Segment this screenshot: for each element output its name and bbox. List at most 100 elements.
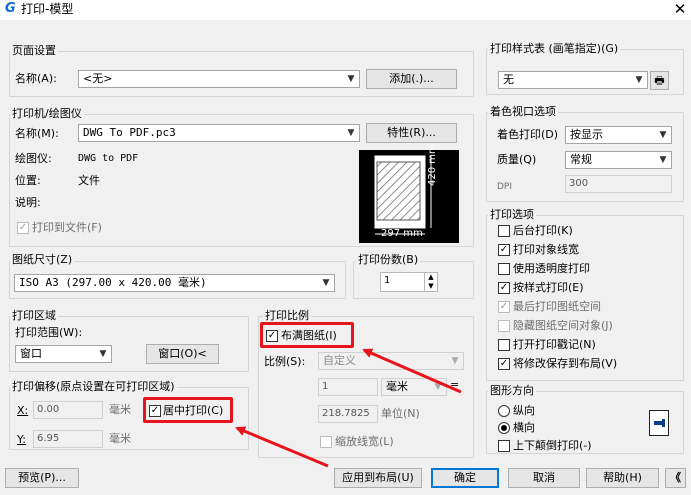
page-setup-name-select[interactable]: <无> ▼ [78,70,360,88]
plot-option-label: 将修改保存到布局(V) [513,357,618,370]
edit-style-button[interactable]: 🖶 [650,71,669,90]
offset-y-unit: 毫米 [109,432,131,445]
scale-select[interactable]: 自定义 ▼ [318,352,464,370]
properties-button[interactable]: 特性(R)... [366,123,457,143]
highlight-fit-to-paper [260,322,354,348]
preview-button[interactable]: 预览(P)... [5,468,79,488]
window-pick-button[interactable]: 窗口(O)< [146,344,219,364]
chevron-down-icon: ▼ [347,74,355,84]
landscape-radio[interactable] [498,422,510,434]
ok-button[interactable]: 确定 [431,468,499,488]
plot-option-label: 最后打印图纸空间 [513,300,601,313]
plot-option-checkbox[interactable]: ✓ [498,282,510,294]
plot-option-checkbox[interactable] [498,263,510,275]
copies-title: 打印份数(B) [356,253,421,266]
scale-value2-input[interactable]: 218.7825 [318,405,378,423]
quality-select[interactable]: 常规 ▼ [565,151,672,169]
plot-range-value: 窗口 [20,347,42,360]
orientation-title: 图形方向 [488,384,536,397]
apply-to-layout-button[interactable]: 应用到布局(U) [334,468,422,488]
dpi-input[interactable]: 300 [565,175,672,193]
plot-offset-title: 打印偏移(原点设置在可打印区域) [10,380,177,393]
printer-edit-icon: 🖶 [654,74,665,87]
plot-scale-title: 打印比例 [263,309,311,322]
scale-label: 比例(S): [264,355,306,368]
location-label: 位置: [15,174,41,187]
printer-name-value: DWG To PDF.pc3 [83,126,176,139]
chevron-down-icon: ▼ [659,130,667,140]
paper-size-title: 图纸尺寸(Z) [10,253,75,266]
offset-x-unit: 毫米 [109,403,131,416]
shade-plot-select[interactable]: 按显示 ▼ [565,126,672,144]
plot-option-label: 打开打印戳记(N) [513,338,596,351]
offset-x-label: X: [17,404,29,417]
scale-value: 自定义 [323,354,356,367]
shade-plot-value: 按显示 [570,128,603,141]
portrait-label: 纵向 [513,404,535,417]
chevron-down-icon: ▼ [322,278,330,288]
paper-size-select[interactable]: ISO A3 (297.00 x 420.00 毫米) ▼ [14,274,335,292]
help-button[interactable]: 帮助(H) [586,468,659,488]
plot-option-checkbox[interactable]: ✓ [498,244,510,256]
offset-x-input[interactable]: 0.00 [33,401,103,419]
plot-range-select[interactable]: 窗口 ▼ [15,345,112,363]
scale-unit2-label: 单位(N) [381,407,420,420]
shaded-viewport-title: 着色视口选项 [488,105,558,118]
paper-size-value: ISO A3 (297.00 x 420.00 毫米) [19,276,207,289]
plot-option-checkbox[interactable] [498,339,510,351]
add-button[interactable]: 添加(.)... [366,69,457,89]
style-table-value: 无 [503,73,514,86]
paper-preview: 297 mm 420 mm [359,144,459,243]
upside-down-checkbox[interactable] [498,440,510,452]
landscape-label: 横向 [513,421,535,434]
title-bar [0,0,691,20]
scale-value1-input[interactable]: 1 [318,378,378,396]
scale-lineweights-label: 缩放线宽(L) [335,435,394,448]
close-icon[interactable]: ✕ [670,0,690,20]
plot-option-checkbox[interactable] [498,320,510,332]
plot-option-checkbox[interactable]: ✓ [498,301,510,313]
style-table-select[interactable]: 无 ▼ [498,71,648,89]
page-setup-name-value: <无> [83,72,113,85]
plotter-value: DWG to PDF [78,153,139,164]
preview-width-label: 297 mm [381,228,423,239]
plot-option-label: 后台打印(K) [513,224,573,237]
upside-down-label: 上下颠倒打印(-) [513,439,592,452]
collapse-button[interactable]: 《 [665,468,686,488]
printer-name-select[interactable]: DWG To PDF.pc3 ▼ [78,124,360,142]
highlight-center-plot [143,397,233,423]
location-value: 文件 [78,174,100,187]
plot-option-label: 打印对象线宽 [513,243,579,256]
copies-stepper[interactable]: ▲ ▼ [424,273,437,291]
page-setup-title: 页面设置 [10,44,58,57]
plot-options-title: 打印选项 [488,208,536,221]
chevron-down-icon: ▼ [659,155,667,165]
shade-plot-label: 着色打印(D) [497,128,559,141]
app-icon: G [5,1,16,16]
plot-option-checkbox[interactable] [498,225,510,237]
printer-name-label: 名称(M): [15,127,59,140]
chevron-down-icon: ▼ [635,75,643,85]
chevron-down-icon: ▼ [451,356,459,366]
cancel-button[interactable]: 取消 [508,468,580,488]
print-to-file-checkbox[interactable]: ✓ [17,222,29,234]
preview-height-label: 420 mm [427,144,438,186]
chevron-down-icon: ▼ [99,349,107,359]
scale-lineweights-checkbox[interactable] [320,436,332,448]
plot-option-label: 隐藏图纸空间对象(J) [513,319,613,332]
scale-unit-select[interactable]: 毫米 ▼ [381,378,447,396]
quality-value: 常规 [570,153,592,166]
plot-option-label: 按样式打印(E) [513,281,584,294]
quality-label: 质量(Q) [497,153,537,166]
plot-option-checkbox[interactable]: ✓ [498,358,510,370]
printer-group-title: 打印机/绘图仪 [10,107,84,120]
landscape-orientation-icon [649,410,669,436]
plotter-label: 绘图仪: [15,152,52,165]
portrait-radio[interactable] [498,405,510,417]
style-table-title: 打印样式表 (画笔指定)(G) [488,42,621,55]
print-to-file-label: 打印到文件(F) [32,221,102,234]
plot-range-label: 打印范围(W): [15,326,83,339]
chevron-down-icon: ▼ [347,128,355,138]
offset-y-input[interactable]: 6.95 [33,430,103,448]
chevron-down-icon: ▼ [434,382,442,392]
